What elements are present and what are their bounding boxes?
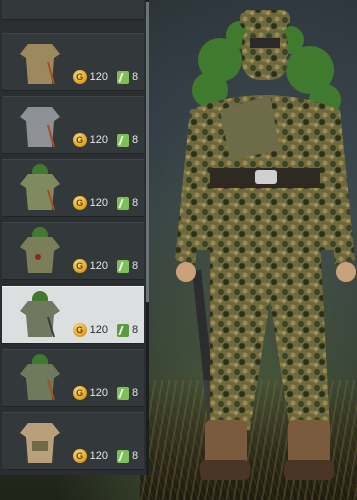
gold-coin-icon: G <box>72 323 87 337</box>
tunic-thumbnail-icon <box>20 227 60 273</box>
item-card[interactable]: G 120 8 <box>2 222 144 280</box>
item-tickets: 8 <box>132 324 139 336</box>
item-price: 120 <box>89 197 108 209</box>
item-price: 120 <box>89 260 108 272</box>
soldier-character-preview <box>175 10 356 480</box>
item-tickets: 8 <box>132 134 139 146</box>
item-price: 120 <box>89 324 108 336</box>
item-card[interactable]: G 120 8 <box>2 412 144 470</box>
ticket-icon <box>117 196 129 210</box>
ticket-icon <box>117 323 129 337</box>
ticket-icon <box>117 133 129 147</box>
tunic-thumbnail-icon <box>20 423 60 463</box>
scrollbar-thumb[interactable] <box>146 2 149 302</box>
ticket-icon <box>117 386 129 400</box>
ticket-icon <box>117 259 129 273</box>
item-card-partial[interactable] <box>2 0 144 20</box>
ticket-icon <box>117 70 129 84</box>
item-tickets: 8 <box>132 260 139 272</box>
item-price: 120 <box>89 71 108 83</box>
ticket-icon <box>117 449 129 463</box>
tunic-thumbnail-icon <box>20 354 60 401</box>
tunic-thumbnail-icon <box>20 291 60 338</box>
tunic-thumbnail-icon <box>20 164 60 211</box>
tunic-thumbnail-icon <box>20 44 60 85</box>
gold-coin-icon: G <box>72 386 87 400</box>
gold-coin-icon: G <box>72 70 87 84</box>
item-card[interactable]: G 120 8 <box>2 96 144 154</box>
item-price: 120 <box>89 450 108 462</box>
item-card[interactable]: G 120 8 <box>2 159 144 217</box>
item-list-panel[interactable]: G 120 8 G 120 8 G 120 8 G 120 8 G 120 8 … <box>0 0 148 475</box>
tunic-thumbnail-icon <box>20 107 60 148</box>
item-card-selected[interactable]: G 120 8 <box>2 286 144 344</box>
item-tickets: 8 <box>132 71 139 83</box>
gold-coin-icon: G <box>72 196 87 210</box>
item-price: 120 <box>89 134 108 146</box>
item-tickets: 8 <box>132 197 139 209</box>
gold-coin-icon: G <box>72 133 87 147</box>
item-tickets: 8 <box>132 387 139 399</box>
gold-coin-icon: G <box>72 259 87 273</box>
item-tickets: 8 <box>132 450 139 462</box>
item-price: 120 <box>89 387 108 399</box>
item-card[interactable]: G 120 8 <box>2 349 144 407</box>
item-card[interactable]: G 120 8 <box>2 33 144 91</box>
gold-coin-icon: G <box>72 449 87 463</box>
